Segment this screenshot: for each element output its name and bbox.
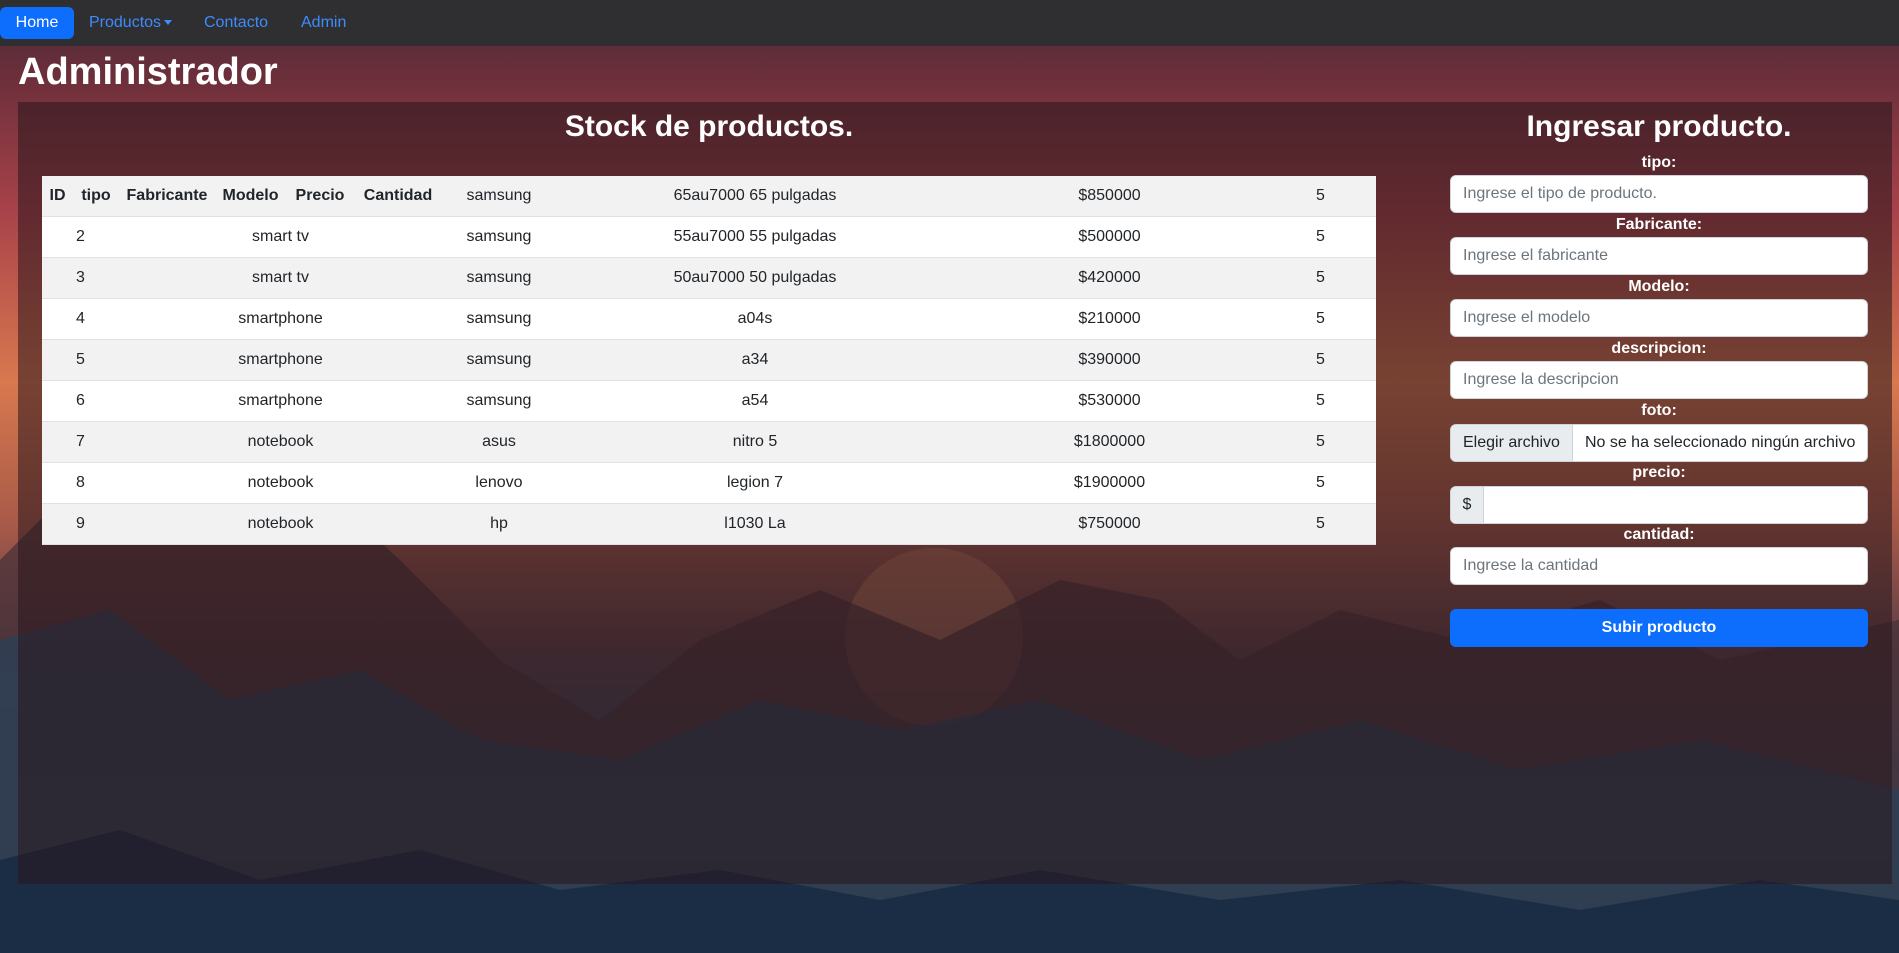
- currency-prefix: $: [1451, 487, 1484, 523]
- table-row: 3 smart tv samsung 50au7000 50 pulgadas $420…: [42, 257, 1376, 299]
- table-cell-fabricante: samsung: [442, 380, 556, 422]
- table-cell-tipo: smartphone: [119, 298, 442, 340]
- table-cell-modelo: a54: [556, 380, 954, 422]
- table-cell-fabricante: samsung: [442, 257, 556, 299]
- table-cell-modelo: a34: [556, 339, 954, 381]
- column-header: Precio: [286, 176, 354, 217]
- descripcion-label: descripcion:: [1611, 340, 1707, 357]
- table-cell-fabricante: samsung: [442, 176, 556, 217]
- table-cell-precio: $1800000: [954, 421, 1265, 463]
- table-cell-id: 2: [42, 216, 119, 258]
- foto-label: foto:: [1641, 402, 1677, 419]
- table-cell-tipo: notebook: [119, 503, 442, 545]
- table-cell-fabricante: hp: [442, 503, 556, 545]
- precio-input[interactable]: [1484, 487, 1867, 523]
- table-cell-tipo: notebook: [119, 462, 442, 504]
- table-cell-tipo: smart tv: [119, 216, 442, 258]
- nav-contacto[interactable]: Contacto: [190, 7, 282, 39]
- table-cell-precio: $1900000: [954, 462, 1265, 504]
- table-cell-cantidad: 5: [1265, 421, 1376, 463]
- tipo-input[interactable]: [1450, 175, 1868, 213]
- precio-label: precio:: [1632, 464, 1686, 481]
- foto-file-input[interactable]: Elegir archivo No se ha seleccionado nin…: [1450, 424, 1868, 462]
- stock-table: ID tipo Fabricante Modelo Precio Cantidad sams…: [42, 176, 1376, 545]
- table-cell-modelo: 50au7000 50 pulgadas: [556, 257, 954, 299]
- nav-home[interactable]: Home: [0, 7, 74, 39]
- nav-admin[interactable]: Admin: [287, 7, 360, 39]
- table-row: 4 smartphone samsung a04s $210000 5: [42, 298, 1376, 340]
- table-cell-modelo: 55au7000 55 pulgadas: [556, 216, 954, 258]
- table-cell-cantidad: 5: [1265, 216, 1376, 258]
- column-header: Cantidad: [354, 176, 442, 217]
- table-cell-modelo: l1030 La: [556, 503, 954, 545]
- fabricante-label: Fabricante:: [1615, 216, 1703, 233]
- table-cell-fabricante: asus: [442, 421, 556, 463]
- table-cell-tipo: notebook: [119, 421, 442, 463]
- table-row: 7 notebook asus nitro 5 $1800000 5: [42, 421, 1376, 463]
- descripcion-input[interactable]: [1450, 361, 1868, 399]
- table-cell-id: 7: [42, 421, 119, 463]
- table-row: 5 smartphone samsung a34 $390000 5: [42, 339, 1376, 381]
- chevron-down-icon: [164, 20, 173, 26]
- table-cell-precio: $210000: [954, 298, 1265, 340]
- table-cell-precio: $530000: [954, 380, 1265, 422]
- column-header: tipo: [73, 176, 119, 217]
- table-cell-precio: $420000: [954, 257, 1265, 299]
- table-cell-cantidad: 5: [1265, 462, 1376, 504]
- table-cell-tipo: smartphone: [119, 339, 442, 381]
- table-cell-cantidad: 5: [1265, 257, 1376, 299]
- table-row: 2 smart tv samsung 55au7000 55 pulgadas $500…: [42, 216, 1376, 258]
- table-cell-id: 6: [42, 380, 119, 422]
- table-cell-cantidad: 5: [1265, 298, 1376, 340]
- tipo-label: tipo:: [1641, 154, 1677, 171]
- cantidad-label: cantidad:: [1623, 526, 1695, 543]
- stock-title: Stock de productos.: [564, 110, 854, 143]
- table-cell-precio: $500000: [954, 216, 1265, 258]
- column-header: ID: [42, 176, 73, 217]
- nav-productos-label: Productos: [89, 14, 162, 31]
- table-row: 8 notebook lenovo legion 7 $1900000 5: [42, 462, 1376, 504]
- table-cell-cantidad: 5: [1265, 503, 1376, 545]
- table-cell-cantidad: 5: [1265, 176, 1376, 217]
- table-header-row: ID tipo Fabricante Modelo Precio Cantidad sams…: [42, 176, 1376, 217]
- table-cell-fabricante: lenovo: [442, 462, 556, 504]
- column-header: Fabricante: [119, 176, 215, 217]
- table-cell-id: 8: [42, 462, 119, 504]
- table-cell-fabricante: samsung: [442, 298, 556, 340]
- table-cell-tipo: smartphone: [119, 380, 442, 422]
- precio-input-group: $: [1450, 486, 1868, 524]
- modelo-label: Modelo:: [1628, 278, 1690, 295]
- table-row: 9 notebook hp l1030 La $750000 5: [42, 503, 1376, 545]
- table-cell-fabricante: samsung: [442, 216, 556, 258]
- fabricante-input[interactable]: [1450, 237, 1868, 275]
- column-header: Modelo: [215, 176, 286, 217]
- table-cell-id: 9: [42, 503, 119, 545]
- page-title: Administrador: [18, 51, 278, 93]
- cantidad-input[interactable]: [1450, 547, 1868, 585]
- nav-productos-dropdown[interactable]: Productos: [75, 7, 186, 39]
- file-status: No se ha seleccionado ningún archivo: [1584, 434, 1856, 451]
- table-cell-precio: $850000: [954, 176, 1265, 217]
- modelo-input[interactable]: [1450, 299, 1868, 337]
- table-cell-modelo: 65au7000 65 pulgadas: [556, 176, 954, 217]
- table-cell-id: 4: [42, 298, 119, 340]
- table-cell-cantidad: 5: [1265, 339, 1376, 381]
- top-navbar: Home Productos Contacto Admin: [0, 0, 1899, 46]
- table-cell-modelo: a04s: [556, 298, 954, 340]
- form-title: Ingresar producto.: [1526, 110, 1792, 143]
- table-cell-tipo: smart tv: [119, 257, 442, 299]
- table-cell-precio: $390000: [954, 339, 1265, 381]
- table-cell-cantidad: 5: [1265, 380, 1376, 422]
- table-cell-id: 5: [42, 339, 119, 381]
- choose-file-button[interactable]: Elegir archivo: [1451, 425, 1573, 461]
- table-cell-modelo: legion 7: [556, 462, 954, 504]
- table-cell-id: 3: [42, 257, 119, 299]
- table-cell-precio: $750000: [954, 503, 1265, 545]
- table-cell-fabricante: samsung: [442, 339, 556, 381]
- table-cell-modelo: nitro 5: [556, 421, 954, 463]
- table-row: 6 smartphone samsung a54 $530000 5: [42, 380, 1376, 422]
- subir-producto-button[interactable]: Subir producto: [1450, 609, 1868, 647]
